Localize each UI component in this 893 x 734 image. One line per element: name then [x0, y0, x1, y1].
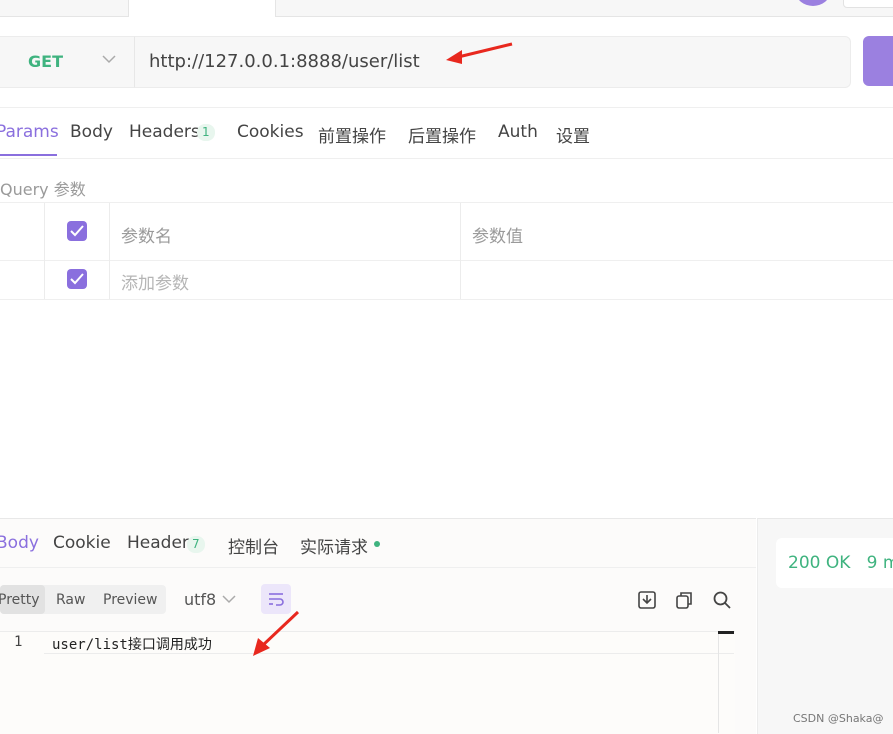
chevron-down-icon — [102, 55, 116, 64]
line-number: 1 — [14, 634, 23, 650]
download-icon[interactable] — [637, 590, 657, 610]
top-right-button[interactable] — [843, 0, 893, 8]
resp-tab-body[interactable]: Body — [0, 533, 39, 553]
param-value-header: 参数值 — [472, 227, 523, 247]
search-icon[interactable] — [712, 590, 732, 610]
resp-tab-header[interactable]: Header — [127, 533, 189, 553]
view-pretty-button[interactable]: Pretty — [0, 592, 40, 608]
select-all-checkbox[interactable] — [67, 221, 87, 241]
divider — [0, 567, 756, 568]
column-divider — [460, 203, 461, 299]
copy-icon[interactable] — [674, 590, 694, 610]
wrap-icon — [269, 593, 284, 606]
tab-body[interactable]: Body — [70, 122, 113, 142]
active-request-tab[interactable] — [128, 0, 276, 17]
tab-auth[interactable]: Auth — [498, 122, 538, 142]
chevron-down-icon — [222, 595, 236, 604]
status-code: 200 OK — [788, 553, 851, 573]
header-count-badge: 7 — [187, 536, 205, 553]
url-text[interactable]: http://127.0.0.1:8888/user/list — [149, 51, 420, 72]
view-preview-button[interactable]: Preview — [103, 592, 158, 608]
annotation-arrow-icon — [253, 610, 300, 656]
column-divider — [109, 203, 110, 299]
editor-scrollbar[interactable] — [718, 631, 735, 733]
tab-settings[interactable]: 设置 — [556, 122, 590, 147]
tab-cookies[interactable]: Cookies — [237, 122, 304, 142]
encoding-select[interactable]: utf8 — [184, 590, 216, 609]
tab-headers[interactable]: Headers — [129, 122, 200, 142]
tab-post-request[interactable]: 后置操作 — [408, 122, 476, 147]
tab-pre-request[interactable]: 前置操作 — [318, 122, 386, 147]
watermark: CSDN @Shaka@ — [793, 712, 884, 725]
resp-tab-cookie[interactable]: Cookie — [53, 533, 111, 553]
scrollbar-thumb[interactable] — [718, 631, 734, 634]
send-button[interactable] — [863, 36, 893, 86]
response-body-text: user/list接口调用成功 — [52, 637, 212, 653]
annotation-arrow-icon — [446, 42, 513, 64]
resp-tab-console[interactable]: 控制台 — [228, 533, 279, 558]
resp-tab-actual-request[interactable]: 实际请求 — [300, 533, 368, 558]
query-params-label: Query 参数 — [0, 180, 86, 199]
headers-count-badge: 1 — [197, 124, 215, 141]
status-dot-icon — [374, 541, 380, 547]
view-raw-button[interactable]: Raw — [56, 592, 85, 608]
response-time: 9 ms — [866, 553, 893, 573]
column-divider — [44, 203, 45, 299]
active-tab-underline — [0, 154, 57, 156]
method-label: GET — [28, 52, 63, 71]
tab-params[interactable]: Params — [0, 122, 59, 142]
status-text: 200 OK 9 ms — [788, 553, 893, 573]
param-name-header: 参数名 — [121, 227, 172, 247]
param-row-checkbox[interactable] — [67, 269, 87, 289]
add-param-input[interactable]: 添加参数 — [121, 269, 189, 294]
